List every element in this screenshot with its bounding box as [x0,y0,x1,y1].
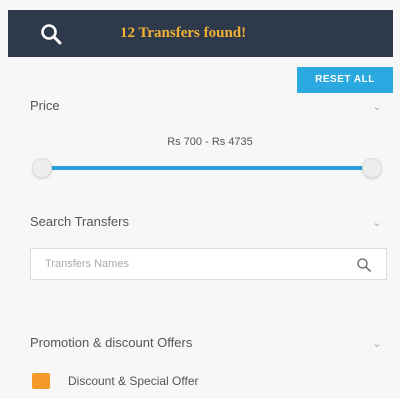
search-icon[interactable] [356,257,372,273]
results-header: 12 Transfers found! [8,10,393,57]
price-range-text: Rs 700 - Rs 4735 [167,136,253,148]
search-transfers-title: Search Transfers [30,214,129,229]
discount-offer-checkbox[interactable] [32,373,50,389]
chevron-down-icon[interactable]: ⌄ [372,102,382,113]
transfer-search-box [30,248,387,280]
reset-all-button[interactable]: RESET ALL [297,67,393,93]
price-section-title: Price [30,98,60,113]
chevron-down-icon[interactable]: ⌄ [372,218,382,229]
transfer-search-input[interactable] [31,249,331,279]
results-count: 12 Transfers found! [120,25,247,41]
promotion-section-title: Promotion & discount Offers [30,335,193,350]
price-slider-min-handle[interactable] [32,158,52,178]
price-slider-max-handle[interactable] [362,158,382,178]
discount-offer-label: Discount & Special Offer [68,374,199,388]
filter-panel: 12 Transfers found! RESET ALL Price ⌄ Rs… [0,0,400,399]
chevron-down-icon[interactable]: ⌄ [372,339,382,350]
search-icon[interactable] [38,21,64,47]
price-slider-track[interactable] [42,166,372,170]
